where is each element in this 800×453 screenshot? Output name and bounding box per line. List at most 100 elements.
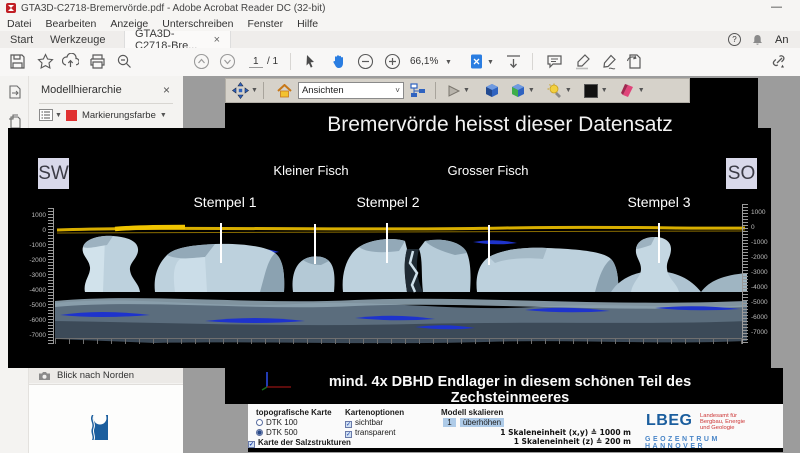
scale-value-input[interactable]: 1 — [443, 418, 456, 427]
marker-stempel-2 — [386, 223, 388, 263]
play-animation-icon[interactable] — [447, 84, 461, 98]
save-icon[interactable] — [9, 53, 26, 70]
marker-stempel-1 — [220, 223, 222, 263]
fit-page-caret-icon[interactable]: ▼ — [487, 59, 494, 66]
label-stempel-1: Stempel 1 — [170, 194, 280, 210]
marker-kleiner-fisch — [314, 224, 316, 264]
compass-sw-label: SW — [38, 158, 69, 189]
menu-hilfe[interactable]: Hilfe — [297, 18, 318, 30]
tab-close-icon[interactable]: × — [214, 34, 220, 46]
play-caret-icon[interactable]: ▼ — [463, 87, 470, 94]
label-stempel-2: Stempel 2 — [333, 194, 443, 210]
hand-tool-icon[interactable] — [330, 53, 347, 70]
list-options-icon[interactable] — [39, 109, 53, 121]
views-dropdown[interactable]: Ansichten ˅ — [298, 82, 404, 99]
menu-fenster[interactable]: Fenster — [247, 18, 283, 30]
print-icon[interactable] — [89, 53, 106, 70]
page-number-input[interactable]: 1 — [249, 56, 263, 68]
fit-width-icon[interactable] — [505, 53, 522, 70]
marker-color-swatch[interactable] — [66, 110, 77, 121]
select-tool-icon[interactable] — [302, 53, 319, 70]
tab-bar: Start Werkzeuge GTA3D-C2718-Bre... × ? A… — [0, 31, 800, 49]
marker-color-label: Markierungsfarbe — [82, 110, 156, 121]
topo-map-header: topografische Karte — [256, 408, 332, 417]
unit-z-label: 1 Skaleneinheit (z) ≙ 200 m — [488, 437, 631, 446]
extra-views-caret-icon[interactable]: ▼ — [528, 87, 535, 94]
panel-close-icon[interactable]: × — [163, 83, 170, 97]
sign-in-link[interactable]: An — [765, 31, 798, 48]
sign-icon[interactable] — [601, 53, 618, 70]
search-icon[interactable] — [116, 53, 133, 70]
marker-color-row: ▼ Markierungsfarbe ▼ — [39, 109, 167, 121]
bottom-axis-ruler — [55, 338, 743, 344]
label-stempel-3: Stempel 3 — [604, 194, 714, 210]
radio-dtk500[interactable]: DTK 500 — [256, 428, 298, 437]
label-kleiner-fisch: Kleiner Fisch — [256, 163, 366, 178]
render-mode-icon[interactable] — [484, 83, 500, 98]
lighting-icon[interactable] — [547, 83, 563, 99]
cross-section-icon[interactable] — [620, 83, 636, 98]
lbeg-sub-3: und Geologie — [700, 425, 735, 432]
zoom-in-icon[interactable] — [384, 53, 401, 70]
right-axis-labels: 10000-1000-2000-3000-4000-5000-6000-7000 — [751, 205, 777, 340]
list-caret-icon[interactable]: ▼ — [55, 112, 62, 119]
background-color-caret-icon[interactable]: ▼ — [601, 87, 608, 94]
share-link-icon[interactable] — [770, 53, 787, 70]
pan-tool-icon[interactable] — [232, 82, 249, 99]
stamp-tool-icon[interactable] — [626, 53, 643, 70]
exaggerate-button[interactable]: überhöhen — [460, 418, 504, 427]
compass-so-label: SO — [726, 158, 757, 189]
salt-map-checkbox[interactable]: ✓ — [248, 441, 255, 448]
radio-dtk100-circle[interactable] — [256, 419, 263, 426]
menu-datei[interactable]: Datei — [7, 18, 32, 30]
map-options-header: Kartenoptionen — [345, 408, 404, 417]
visible-checkbox[interactable]: ✓ — [345, 421, 352, 428]
acrobat-window: GTA3D-C2718-Bremervörde.pdf - Adobe Acro… — [0, 0, 800, 453]
marker-color-caret-icon[interactable]: ▼ — [160, 112, 167, 119]
right-axis-ruler — [742, 204, 748, 344]
geozentrum-label: GEOZENTRUM HANNOVER — [645, 436, 783, 450]
map-controls-panel: topografische Karte DTK 100 DTK 500 ✓Kar… — [248, 404, 783, 448]
panel-preview-area — [29, 384, 184, 453]
panel-title: Modellhierarchie — [41, 84, 122, 96]
menu-bearbeiten[interactable]: Bearbeiten — [46, 18, 97, 30]
axis-tripod-icon — [255, 371, 295, 391]
star-icon[interactable] — [37, 53, 54, 70]
comment-icon[interactable] — [546, 53, 563, 70]
acrobat-app-icon — [6, 3, 16, 13]
3d-toolbar: ▼ Ansichten ˅ ▼ ▼ ▼ ▼ ▼ — [225, 78, 690, 103]
minimize-button[interactable]: — — [771, 1, 782, 13]
scale-model-header: Modell skalieren — [441, 408, 503, 417]
main-toolbar: 1 / 1 66,1% ▼ ▼ — [0, 48, 800, 77]
salt-structure-model[interactable] — [55, 215, 747, 345]
marker-grosser-fisch — [488, 225, 490, 265]
home-view-icon[interactable] — [277, 84, 292, 98]
left-axis-ruler — [48, 208, 54, 344]
export-pdf-icon[interactable] — [7, 84, 23, 100]
extra-views-icon[interactable] — [510, 83, 526, 98]
zoom-caret-icon[interactable]: ▼ — [445, 59, 452, 66]
menu-bar: Datei Bearbeiten Anzeige Unterschreiben … — [0, 16, 800, 31]
radio-dtk100[interactable]: DTK 100 — [256, 418, 298, 427]
visible-checkbox-row[interactable]: ✓sichtbar — [345, 418, 383, 428]
zoom-out-icon[interactable] — [357, 53, 374, 70]
radio-dtk500-circle[interactable] — [256, 429, 263, 436]
tab-werkzeuge[interactable]: Werkzeuge — [40, 31, 115, 48]
transparent-checkbox[interactable]: ✓ — [345, 431, 352, 438]
zoom-level-value[interactable]: 66,1% — [410, 56, 438, 67]
lighting-caret-icon[interactable]: ▼ — [565, 87, 572, 94]
model-tree-icon[interactable] — [410, 83, 427, 98]
next-page-icon[interactable] — [219, 53, 236, 70]
transparent-checkbox-row[interactable]: ✓transparent — [345, 428, 395, 438]
fit-page-icon[interactable] — [468, 53, 485, 70]
pan-caret-icon[interactable]: ▼ — [251, 87, 258, 94]
view-item-blick-nach-norden[interactable]: Blick nach Norden — [29, 368, 184, 383]
previous-page-icon[interactable] — [193, 53, 210, 70]
background-color-swatch[interactable] — [584, 84, 598, 98]
tab-start[interactable]: Start — [0, 31, 43, 48]
cross-section-caret-icon[interactable]: ▼ — [638, 87, 645, 94]
highlight-icon[interactable] — [574, 53, 591, 70]
scene-heading: Bremervörde heisst dieser Datensatz — [300, 113, 700, 137]
salt-map-row[interactable]: ✓Karte der Salzstrukturen — [248, 438, 351, 448]
share-file-icon[interactable] — [62, 53, 79, 70]
